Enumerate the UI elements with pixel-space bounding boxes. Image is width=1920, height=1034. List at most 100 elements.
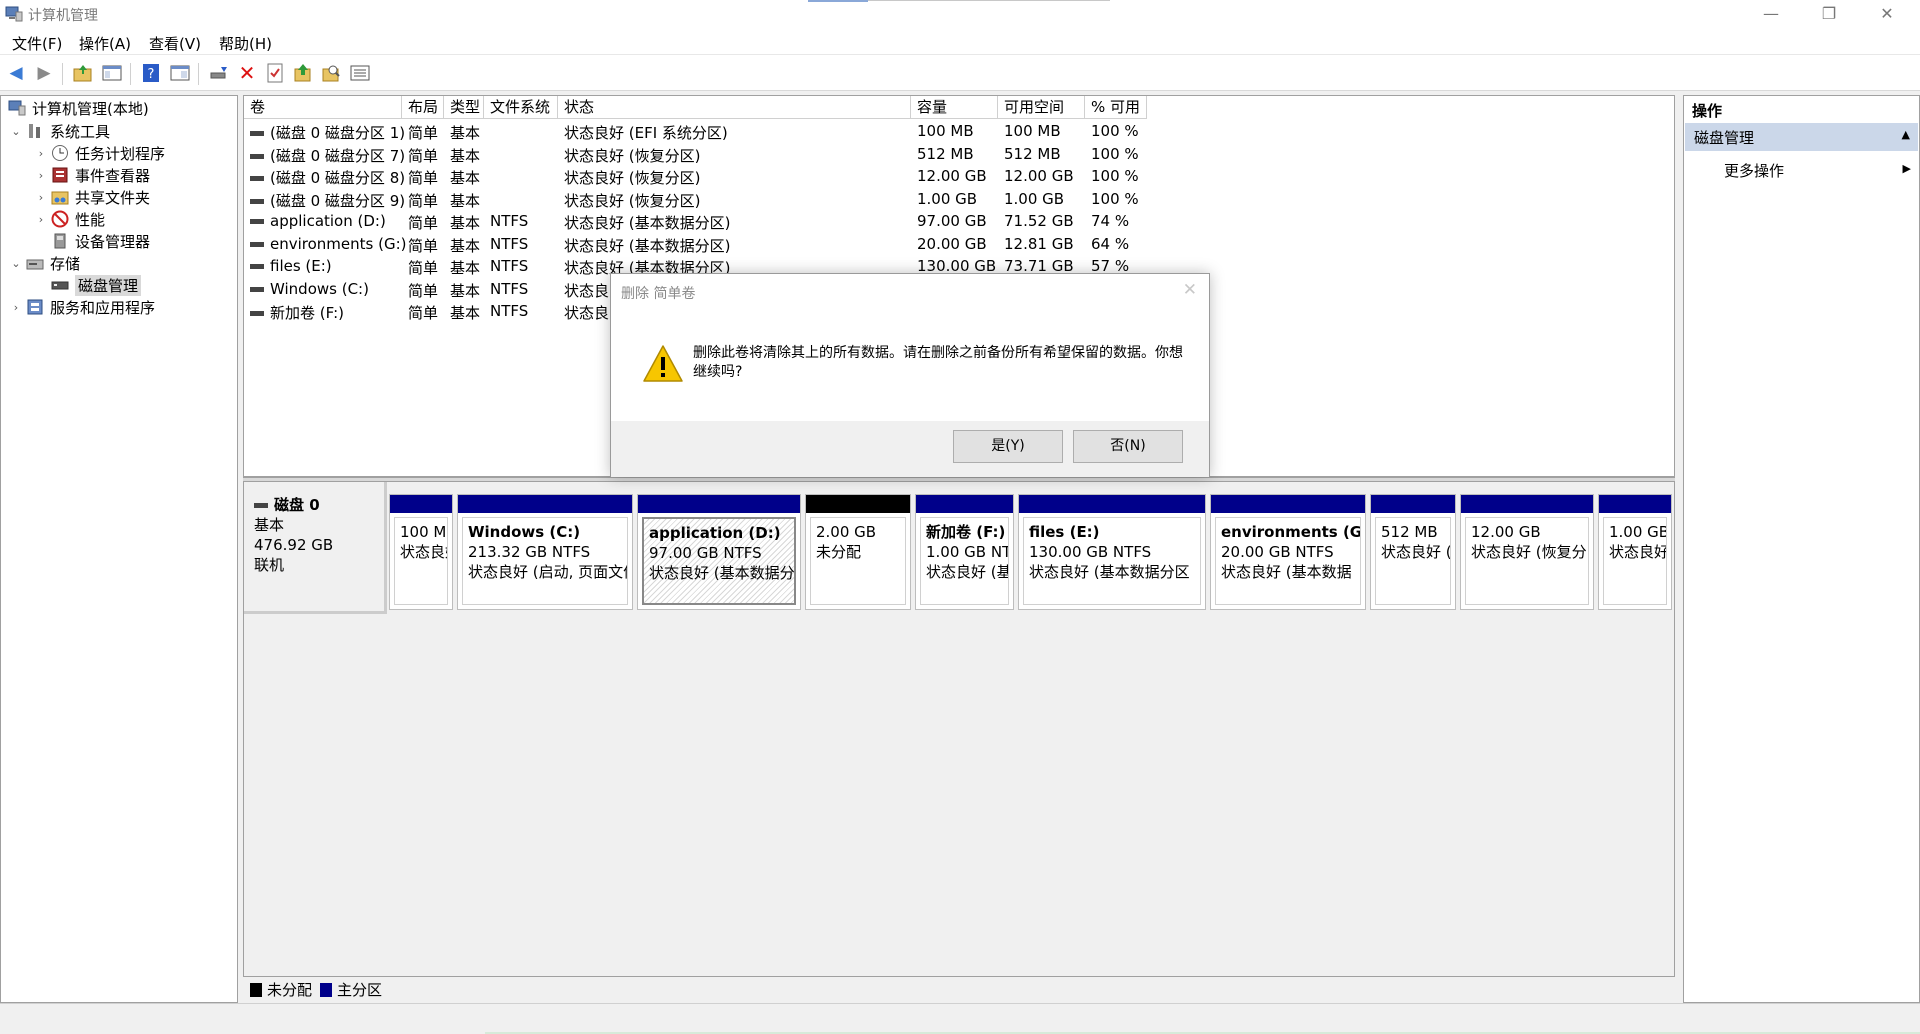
help-icon[interactable]: ? bbox=[140, 63, 162, 83]
no-button[interactable]: 否(N) bbox=[1073, 430, 1183, 463]
volume-row[interactable]: (磁盘 0 磁盘分区 8) 简单 基本 状态良好 (恢复分区) 12.00 GB 12.0… bbox=[244, 165, 1674, 188]
warning-icon bbox=[643, 345, 683, 382]
collapsed-chevron-icon[interactable]: › bbox=[34, 191, 48, 204]
partition-type-bar bbox=[1371, 495, 1455, 513]
partition-type-bar bbox=[1019, 495, 1205, 513]
export-icon[interactable] bbox=[292, 63, 314, 83]
column-header-filesystem[interactable]: 文件系统 bbox=[484, 96, 558, 119]
partition-block[interactable]: 512 MB 状态良好 ( bbox=[1370, 494, 1456, 610]
minimize-button[interactable]: — bbox=[1742, 0, 1800, 29]
collapsed-chevron-icon[interactable]: › bbox=[34, 147, 48, 160]
dialog-close-icon[interactable]: ✕ bbox=[1183, 280, 1197, 300]
volume-cell: 状态良好 (恢复分区) bbox=[564, 146, 701, 165]
partition-block[interactable]: 新加卷 (F:) 1.00 GB NTFS 状态良好 (基 bbox=[915, 494, 1014, 610]
performance-icon bbox=[50, 210, 70, 228]
volume-cell: 状态良好 (EFI 系统分区) bbox=[564, 124, 728, 142]
volume-cell: 简单 bbox=[408, 259, 439, 277]
partition-block[interactable]: 1.00 GB 状态良好 (恢复 bbox=[1598, 494, 1672, 610]
partition-block[interactable]: application (D:) 97.00 GB NTFS 状态良好 (基本数据分… bbox=[637, 494, 801, 610]
volume-cell: NTFS bbox=[490, 212, 529, 230]
back-icon[interactable]: ◀ bbox=[5, 63, 27, 83]
actions-disk-management[interactable]: 磁盘管理 ▲ bbox=[1685, 123, 1918, 151]
partition-line1: 20.00 GB NTFS bbox=[1221, 543, 1334, 561]
menu-action[interactable]: 操作(A) bbox=[79, 33, 131, 54]
primary-swatch bbox=[320, 982, 333, 997]
expanded-chevron-icon[interactable]: ⌄ bbox=[9, 125, 23, 138]
partition-line2: 状态良好 (恢复 bbox=[1609, 543, 1667, 561]
close-button[interactable]: ✕ bbox=[1858, 0, 1916, 29]
column-header-layout[interactable]: 布局 bbox=[402, 96, 444, 119]
connect-drive-icon[interactable] bbox=[208, 63, 230, 83]
column-header-capacity[interactable]: 容量 bbox=[911, 96, 998, 119]
submenu-arrow-icon[interactable]: ▶ bbox=[1903, 162, 1911, 175]
show-hide-tree-icon[interactable] bbox=[101, 63, 123, 83]
forward-icon[interactable]: ▶ bbox=[33, 63, 55, 83]
volume-cell: 基本 bbox=[450, 214, 481, 232]
tree-event-viewer[interactable]: › 事件查看器 bbox=[34, 164, 150, 186]
volume-row[interactable]: (磁盘 0 磁盘分区 7) 简单 基本 状态良好 (恢复分区) 512 MB 512 MB… bbox=[244, 143, 1674, 166]
partition-line1: 512 MB bbox=[1381, 523, 1438, 541]
partition-block[interactable]: Windows (C:) 213.32 GB NTFS 状态良好 (启动, 页面文件 bbox=[457, 494, 633, 610]
volume-cell: 12.00 GB bbox=[1004, 167, 1074, 185]
list-view-icon[interactable] bbox=[349, 63, 371, 83]
volume-cell: 状态良好 (基本数据分区) bbox=[564, 214, 731, 232]
search-folder-icon[interactable] bbox=[320, 63, 342, 83]
partition-block[interactable]: environments (G:) 20.00 GB NTFS 状态良好 (基本数据 bbox=[1210, 494, 1366, 610]
tree-performance[interactable]: › 性能 bbox=[34, 208, 105, 230]
volume-row[interactable]: environments (G:) 简单 基本 NTFS 状态良好 (基本数据分区) 20… bbox=[244, 233, 1674, 256]
yes-button[interactable]: 是(Y) bbox=[953, 430, 1063, 463]
tree-root[interactable]: 计算机管理(本地) bbox=[5, 97, 149, 119]
tree-system-tools[interactable]: ⌄ 系统工具 bbox=[9, 120, 110, 142]
tree-disk-management[interactable]: 磁盘管理 bbox=[48, 274, 142, 296]
volume-cell: 100 MB bbox=[1004, 122, 1061, 140]
volume-name-cell: (磁盘 0 磁盘分区 7) bbox=[250, 145, 405, 166]
collapsed-chevron-icon[interactable]: › bbox=[9, 301, 23, 314]
properties-pane-icon[interactable] bbox=[169, 63, 191, 83]
volume-row[interactable]: application (D:) 简单 基本 NTFS 状态良好 (基本数据分区) 97.… bbox=[244, 210, 1674, 233]
tree-task-scheduler[interactable]: › 任务计划程序 bbox=[34, 142, 165, 164]
column-header-percent-free[interactable]: % 可用 bbox=[1085, 96, 1147, 119]
disk-0-label[interactable]: 磁盘 0 基本 476.92 GB 联机 bbox=[244, 482, 387, 614]
legend: 未分配 主分区 bbox=[243, 976, 1675, 1002]
collapse-up-icon[interactable]: ▲ bbox=[1902, 128, 1910, 141]
expanded-chevron-icon[interactable]: ⌄ bbox=[9, 257, 23, 270]
volume-cell: 97.00 GB bbox=[917, 212, 987, 230]
column-header-type[interactable]: 类型 bbox=[444, 96, 484, 119]
menu-help[interactable]: 帮助(H) bbox=[219, 33, 272, 54]
partition-block[interactable]: files (E:) 130.00 GB NTFS 状态良好 (基本数据分区 bbox=[1018, 494, 1206, 610]
volume-icon bbox=[250, 198, 264, 204]
check-icon[interactable] bbox=[264, 63, 286, 83]
column-header-status[interactable]: 状态 bbox=[558, 96, 911, 119]
tree-storage[interactable]: ⌄ 存储 bbox=[9, 252, 80, 274]
volume-cell: NTFS bbox=[490, 279, 529, 298]
tree-shared-folders[interactable]: › 共享文件夹 bbox=[34, 186, 150, 208]
partition-block[interactable]: 12.00 GB 状态良好 (恢复分区 bbox=[1460, 494, 1594, 610]
partition-type-bar bbox=[1211, 495, 1365, 513]
volume-row[interactable]: (磁盘 0 磁盘分区 9) 简单 基本 状态良好 (恢复分区) 1.00 GB 1.00 … bbox=[244, 188, 1674, 211]
column-header-free-space[interactable]: 可用空间 bbox=[998, 96, 1085, 119]
tree-device-manager[interactable]: 设备管理器 bbox=[48, 230, 150, 252]
volume-row[interactable]: (磁盘 0 磁盘分区 1) 简单 基本 状态良好 (EFI 系统分区) 100 MB 10… bbox=[244, 120, 1674, 143]
partition-type-bar bbox=[916, 495, 1013, 513]
window-title: 计算机管理 bbox=[28, 8, 98, 24]
volume-icon bbox=[250, 241, 264, 247]
partition-block[interactable]: 100 MB 状态良好 bbox=[389, 494, 453, 610]
partition-line2: 状态良好 bbox=[400, 543, 447, 561]
volume-cell: 基本 bbox=[450, 124, 481, 142]
menu-view[interactable]: 查看(V) bbox=[149, 33, 201, 54]
delete-icon[interactable]: ✕ bbox=[236, 61, 258, 85]
volume-name-cell: (磁盘 0 磁盘分区 9) bbox=[250, 190, 405, 211]
up-folder-icon[interactable] bbox=[72, 63, 94, 83]
tree-services-apps[interactable]: › 服务和应用程序 bbox=[9, 296, 155, 318]
services-icon bbox=[25, 298, 45, 316]
volume-cell: 基本 bbox=[450, 259, 481, 277]
column-header-volume[interactable]: 卷 bbox=[244, 96, 402, 119]
restore-button[interactable]: ❐ bbox=[1800, 0, 1858, 29]
menu-file[interactable]: 文件(F) bbox=[12, 33, 62, 54]
collapsed-chevron-icon[interactable]: › bbox=[34, 213, 48, 226]
delete-volume-dialog: 删除 简单卷 ✕ 删除此卷将清除其上的所有数据。请在删除之前备份所有希望保留的数… bbox=[610, 273, 1210, 477]
more-actions[interactable]: 更多操作 bbox=[1724, 160, 1784, 181]
volume-cell: 简单 bbox=[408, 169, 439, 187]
collapsed-chevron-icon[interactable]: › bbox=[34, 169, 48, 182]
partition-block[interactable]: 2.00 GB 未分配 bbox=[805, 494, 911, 610]
